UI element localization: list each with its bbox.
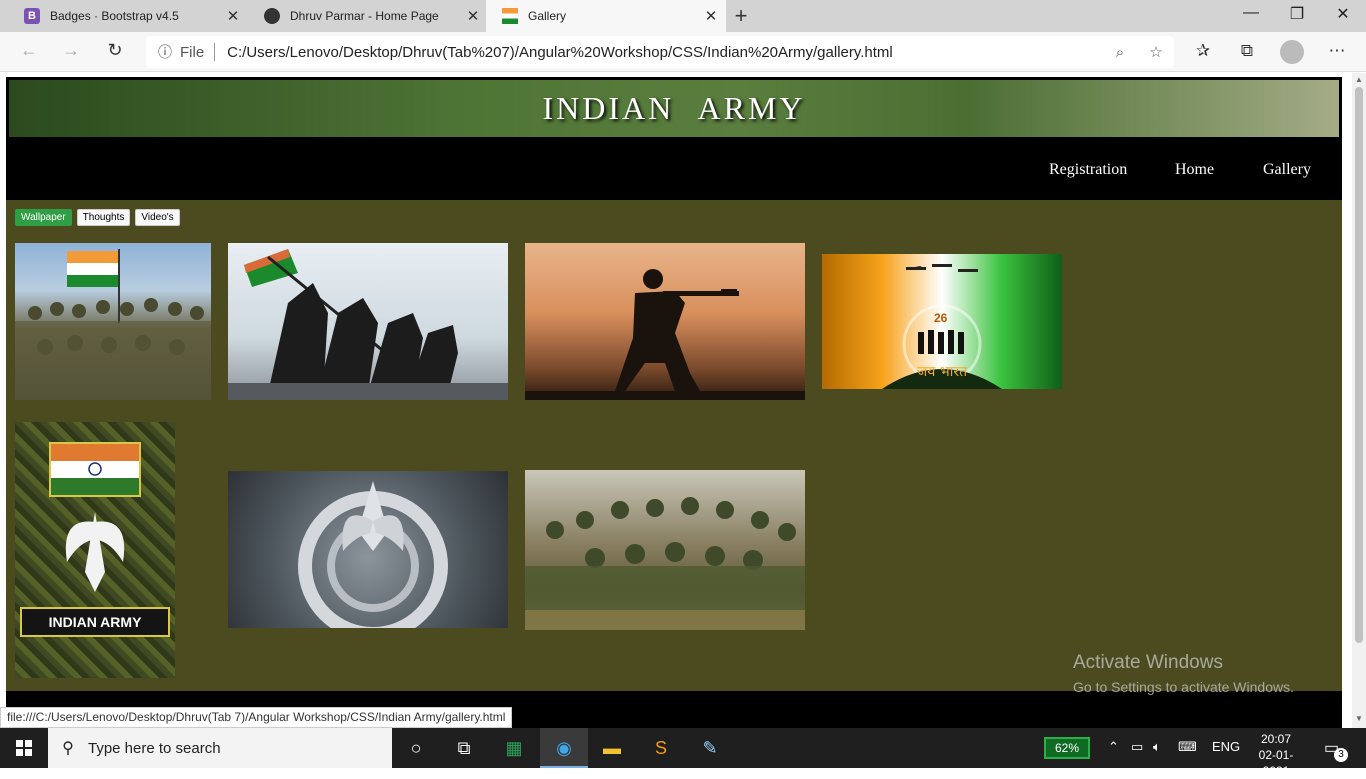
refresh-icon[interactable]: ↻	[100, 40, 130, 61]
soldier-silhouette-image	[525, 269, 805, 400]
clock-date: 02-01-2021	[1258, 748, 1294, 778]
globe-icon	[264, 8, 280, 24]
gallery-photo-republic-day[interactable]: 26 जय भारत	[822, 254, 1062, 389]
keyboard-icon[interactable]: ⌨	[1178, 739, 1197, 755]
start-button[interactable]	[0, 728, 48, 768]
gallery-photo-flag-raising[interactable]	[228, 243, 508, 400]
category-badges: Wallpaper Thoughts Video's	[15, 209, 180, 226]
tab-label: Gallery	[528, 9, 567, 23]
emblem-caption: INDIAN ARMY	[49, 614, 142, 630]
zoom-icon[interactable]: ⌕	[1102, 44, 1138, 61]
badge-videos[interactable]: Video's	[135, 209, 180, 226]
link-status-url: file:///C:/Users/Lenovo/Desktop/Dhruv(Ta…	[0, 707, 513, 728]
badge-wallpaper[interactable]: Wallpaper	[15, 209, 72, 226]
tab-badges-bootstrap[interactable]: B Badges · Bootstrap v4.5 ✕	[8, 0, 248, 32]
url-scheme: File	[180, 43, 205, 61]
nav-gallery[interactable]: Gallery	[1263, 161, 1311, 179]
flag-raising-image	[228, 249, 508, 400]
file-explorer-icon[interactable]: ▬	[599, 736, 625, 760]
close-window-button[interactable]: ✕	[1320, 4, 1366, 24]
paint-icon[interactable]: ✎	[697, 736, 723, 760]
collections-icon[interactable]: ⧉	[1232, 41, 1262, 61]
task-view-icon[interactable]: ⧉	[451, 736, 477, 760]
nav-home[interactable]: Home	[1175, 161, 1214, 179]
divider	[214, 43, 216, 61]
sas-badge-image	[298, 481, 448, 628]
cortana-icon[interactable]: ○	[403, 736, 429, 760]
gallery-photo-soldiers-group[interactable]	[525, 470, 805, 630]
taskbar-search-box[interactable]: ⚲ Type here to search	[48, 728, 392, 768]
scroll-thumb[interactable]	[1355, 87, 1363, 643]
browser-tab-strip: B Badges · Bootstrap v4.5 ✕ Dhruv Parmar…	[0, 0, 1366, 32]
battery-icon[interactable]: ▭	[1131, 739, 1143, 755]
page-viewport: INDIAN ARMY Registration Home Gallery Wa…	[0, 73, 1352, 728]
tab-label: Badges · Bootstrap v4.5	[50, 9, 179, 23]
india-flag-icon	[502, 8, 518, 24]
windows-logo-icon	[16, 740, 32, 756]
notification-count: 3	[1334, 748, 1348, 762]
tab-home-page[interactable]: Dhruv Parmar - Home Page ✕	[248, 0, 488, 32]
favorite-star-icon[interactable]: ☆	[1138, 43, 1174, 61]
clock-time: 20:07	[1260, 732, 1292, 746]
minimize-button[interactable]: —	[1228, 4, 1274, 22]
battery-indicator[interactable]: 62%	[1044, 737, 1090, 759]
close-icon[interactable]: ✕	[696, 7, 726, 25]
site-navbar: Registration Home Gallery	[6, 140, 1342, 200]
windows-taskbar: ⚲ Type here to search ○ ⧉ ▦ ◉ ▬ S ✎ 62% …	[0, 728, 1366, 778]
close-icon[interactable]: ✕	[218, 7, 248, 25]
scroll-down-icon[interactable]: ▼	[1352, 714, 1366, 723]
info-icon[interactable]: ⓘ	[158, 42, 180, 62]
banner-inner: INDIAN ARMY	[9, 80, 1339, 137]
watermark-subtitle: Go to Settings to activate Windows.	[1073, 679, 1294, 695]
soldiers-flag-image	[15, 249, 211, 400]
badge-thoughts[interactable]: Thoughts	[76, 209, 131, 226]
gallery-page: INDIAN ARMY Registration Home Gallery Wa…	[6, 77, 1342, 728]
gallery-photo-soldier-silhouette[interactable]	[525, 243, 805, 400]
nav-registration[interactable]: Registration	[1049, 161, 1127, 179]
volume-icon[interactable]: 🔈︎	[1153, 739, 1161, 755]
address-bar[interactable]: ⓘ File C:/Users/Lenovo/Desktop/Dhruv(Tab…	[146, 36, 1174, 68]
restore-button[interactable]: ❐	[1274, 4, 1320, 24]
bootstrap-icon: B	[24, 8, 40, 24]
republic-day-number: 26	[934, 311, 948, 325]
scroll-up-icon[interactable]: ▲	[1352, 75, 1366, 84]
soldiers-group-image	[525, 497, 805, 630]
site-title: INDIAN ARMY	[542, 90, 806, 126]
excel-icon[interactable]: ▦	[501, 736, 527, 760]
watermark-title: Activate Windows	[1073, 652, 1223, 673]
army-emblem-image: INDIAN ARMY	[20, 442, 170, 637]
gallery-photo-sas-badge[interactable]	[228, 471, 508, 628]
forward-icon[interactable]: →	[56, 40, 86, 61]
more-menu-icon[interactable]: ⋯	[1322, 41, 1352, 61]
url-text[interactable]: C:/Users/Lenovo/Desktop/Dhruv(Tab%207)/A…	[227, 44, 1102, 61]
edge-icon[interactable]: ◉	[551, 736, 577, 760]
search-placeholder: Type here to search	[88, 739, 221, 757]
sublime-text-icon[interactable]: S	[648, 736, 674, 760]
favorites-icon[interactable]: ✰	[1188, 41, 1218, 61]
language-indicator[interactable]: ENG	[1212, 739, 1240, 754]
activate-windows-watermark: Activate Windows Go to Settings to activ…	[1073, 652, 1294, 695]
close-icon[interactable]: ✕	[458, 7, 488, 25]
tab-gallery[interactable]: Gallery ✕	[486, 0, 726, 32]
page-scrollbar[interactable]: ▲ ▼	[1352, 73, 1366, 728]
republic-day-image: 26 जय भारत	[882, 264, 1002, 389]
tray-overflow-icon[interactable]: ⌃	[1108, 739, 1119, 755]
profile-avatar[interactable]	[1280, 40, 1304, 64]
header-banner: INDIAN ARMY	[6, 77, 1342, 140]
system-clock[interactable]: 20:07 02-01-2021	[1246, 731, 1306, 779]
address-toolbar: ← → ↻ ⓘ File C:/Users/Lenovo/Desktop/Dhr…	[0, 32, 1366, 72]
republic-day-caption: जय भारत	[917, 364, 968, 380]
search-icon: ⚲	[62, 740, 74, 757]
back-icon[interactable]: ←	[14, 40, 44, 61]
tab-label: Dhruv Parmar - Home Page	[290, 9, 439, 23]
gallery-photo-army-emblem[interactable]: INDIAN ARMY	[15, 422, 175, 678]
gallery-photo-soldiers-flag[interactable]	[15, 243, 211, 400]
new-tab-button[interactable]: +	[728, 3, 754, 29]
